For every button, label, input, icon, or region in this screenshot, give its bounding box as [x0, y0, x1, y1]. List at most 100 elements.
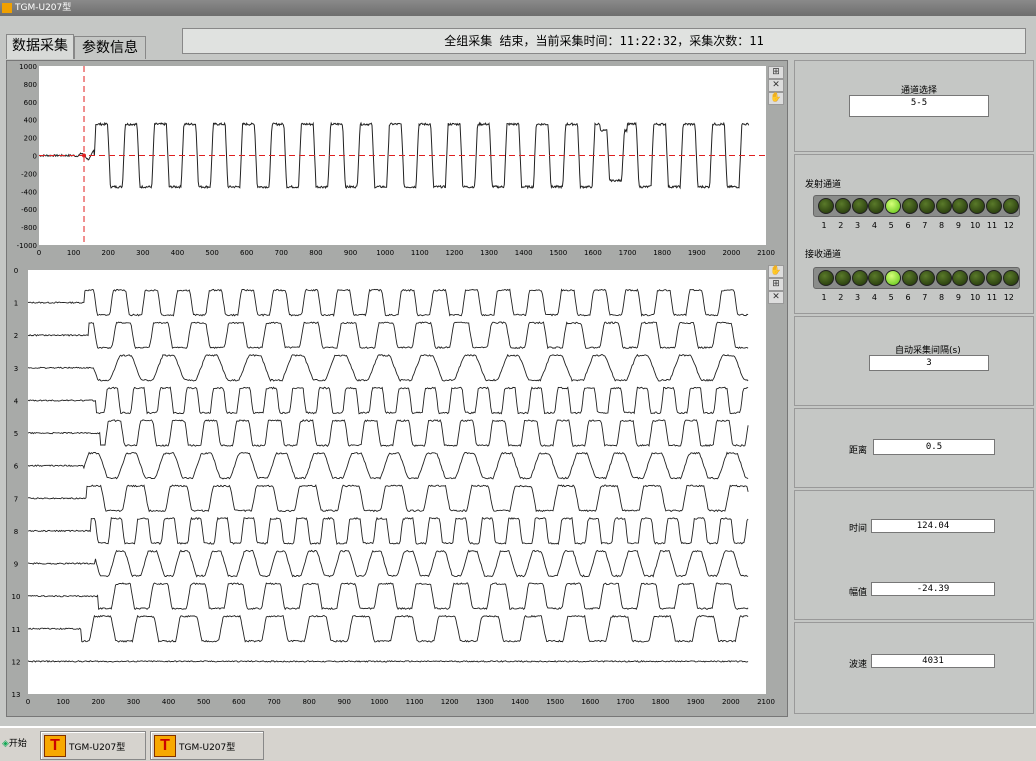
channel-led[interactable] [969, 198, 986, 214]
channel-led[interactable] [918, 270, 935, 286]
led-number-label: 12 [1003, 293, 1014, 302]
led-number-label: 10 [970, 221, 981, 230]
multi-channel-plot [28, 288, 749, 663]
x-tick-label: 2000 [722, 698, 740, 706]
x-tick-label: 700 [275, 249, 288, 257]
cursor-marker[interactable] [82, 153, 87, 158]
y-tick-label: -400 [21, 188, 37, 196]
x-tick-label: 1000 [371, 698, 389, 706]
channel-led[interactable] [834, 270, 851, 286]
tab-parameter-info[interactable]: 参数信息 [74, 36, 146, 59]
channel-led[interactable] [986, 198, 1002, 214]
channel-trace [28, 660, 749, 663]
zoom-icon[interactable]: ⊞ [768, 66, 784, 79]
waveform-chart[interactable] [39, 66, 766, 245]
x-tick-label: 1900 [687, 698, 705, 706]
x-tick-label: 1200 [446, 249, 464, 257]
amplitude-field: -24.39 [871, 582, 995, 596]
x-tick-label: 1200 [441, 698, 459, 706]
channel-tick-label: 4 [14, 397, 19, 405]
channel-led[interactable] [818, 270, 834, 286]
x-tick-label: 400 [171, 249, 184, 257]
taskbar-item[interactable]: T TGM-U207型 [150, 731, 264, 760]
distance-label: 距离 [849, 446, 868, 456]
led-number-label: 2 [838, 221, 844, 230]
distance-field[interactable]: 0.5 [873, 439, 995, 455]
led-number-label: 1 [821, 293, 827, 302]
x-tick-label: 2100 [757, 249, 775, 257]
y-tick-label: 800 [24, 81, 37, 89]
channel-tick-label: 9 [14, 561, 18, 569]
channel-trace [28, 549, 749, 578]
velocity-field: 4031 [871, 654, 995, 668]
channel-tick-label: 8 [14, 528, 18, 536]
channel-led[interactable] [885, 198, 902, 214]
pan-icon[interactable]: ✕ [768, 291, 784, 304]
led-number-label: 4 [871, 293, 877, 302]
x-tick-label: 1100 [411, 249, 429, 257]
hand-icon[interactable]: ✋ [768, 265, 784, 278]
x-tick-label: 2100 [757, 698, 775, 706]
x-tick-label: 900 [338, 698, 351, 706]
channel-led[interactable] [1002, 198, 1019, 214]
y-tick-label: 600 [24, 99, 37, 107]
channel-led[interactable] [986, 270, 1002, 286]
channel-led[interactable] [902, 198, 918, 214]
start-button[interactable]: ◈开始 [2, 736, 27, 749]
led-number-label: 9 [955, 293, 961, 302]
channel-tick-label: 13 [12, 691, 21, 699]
rx-channel-label: 接收通道 [805, 250, 842, 260]
channel-led[interactable] [885, 270, 902, 286]
led-number-label: 3 [855, 221, 861, 230]
led-number-label: 2 [838, 293, 844, 302]
zoom-icon[interactable]: ⊞ [768, 278, 784, 291]
tab-data-acquisition[interactable]: 数据采集 [6, 34, 74, 59]
led-number-label: 10 [970, 293, 981, 302]
x-tick-label: 1600 [584, 249, 602, 257]
hand-icon[interactable]: ✋ [768, 92, 784, 105]
auto-interval-field[interactable]: 3 [869, 355, 989, 371]
taskbar-item[interactable]: T TGM-U207型 [40, 731, 146, 760]
channel-led[interactable] [902, 270, 918, 286]
multi-channel-chart[interactable] [28, 270, 766, 694]
x-tick-label: 1800 [653, 249, 671, 257]
x-tick-label: 1300 [480, 249, 498, 257]
channel-led[interactable] [969, 270, 986, 286]
led-number-label: 6 [905, 221, 911, 230]
channel-leds-group: 发射通道 1 2 3 4 5 6 7 8 9 10 11 12 接收通道 1 2 3 4 5 6 7 8 9 10 11 1… [794, 154, 1034, 314]
channel-led[interactable] [851, 198, 868, 214]
channel-trace [28, 516, 749, 545]
x-tick-label: 1700 [619, 249, 637, 257]
channel-led[interactable] [935, 270, 952, 286]
led-number-label: 3 [855, 293, 861, 302]
x-tick-label: 500 [197, 698, 210, 706]
pan-icon[interactable]: ✕ [768, 79, 784, 92]
channel-tick-label: 2 [14, 332, 18, 340]
channel-trace [28, 419, 749, 447]
channel-led[interactable] [952, 198, 969, 214]
channel-tick-label: 1 [14, 300, 18, 308]
channel-led[interactable] [935, 198, 952, 214]
led-number-label: 12 [1003, 221, 1014, 230]
channel-led[interactable] [818, 198, 834, 214]
auto-interval-group: 自动采集间隔(s) 3 [794, 316, 1034, 406]
channel-tick-label: 0 [14, 267, 18, 275]
channel-led[interactable] [868, 198, 885, 214]
x-tick-label: 600 [232, 698, 245, 706]
channel-led[interactable] [868, 270, 885, 286]
x-tick-label: 1800 [652, 698, 670, 706]
x-tick-label: 1000 [376, 249, 394, 257]
channel-led[interactable] [952, 270, 969, 286]
x-tick-label: 800 [302, 698, 315, 706]
x-tick-label: 100 [67, 249, 80, 257]
channel-led[interactable] [1002, 270, 1019, 286]
channel-led[interactable] [851, 270, 868, 286]
channel-select-field[interactable]: 5-5 [849, 95, 989, 117]
rx-led-bar [813, 267, 1020, 289]
channel-led[interactable] [918, 198, 935, 214]
y-tick-label: -200 [21, 170, 37, 178]
x-tick-label: 500 [205, 249, 218, 257]
y-tick-label: 0 [33, 153, 37, 161]
channel-trace [28, 614, 749, 643]
channel-led[interactable] [834, 198, 851, 214]
